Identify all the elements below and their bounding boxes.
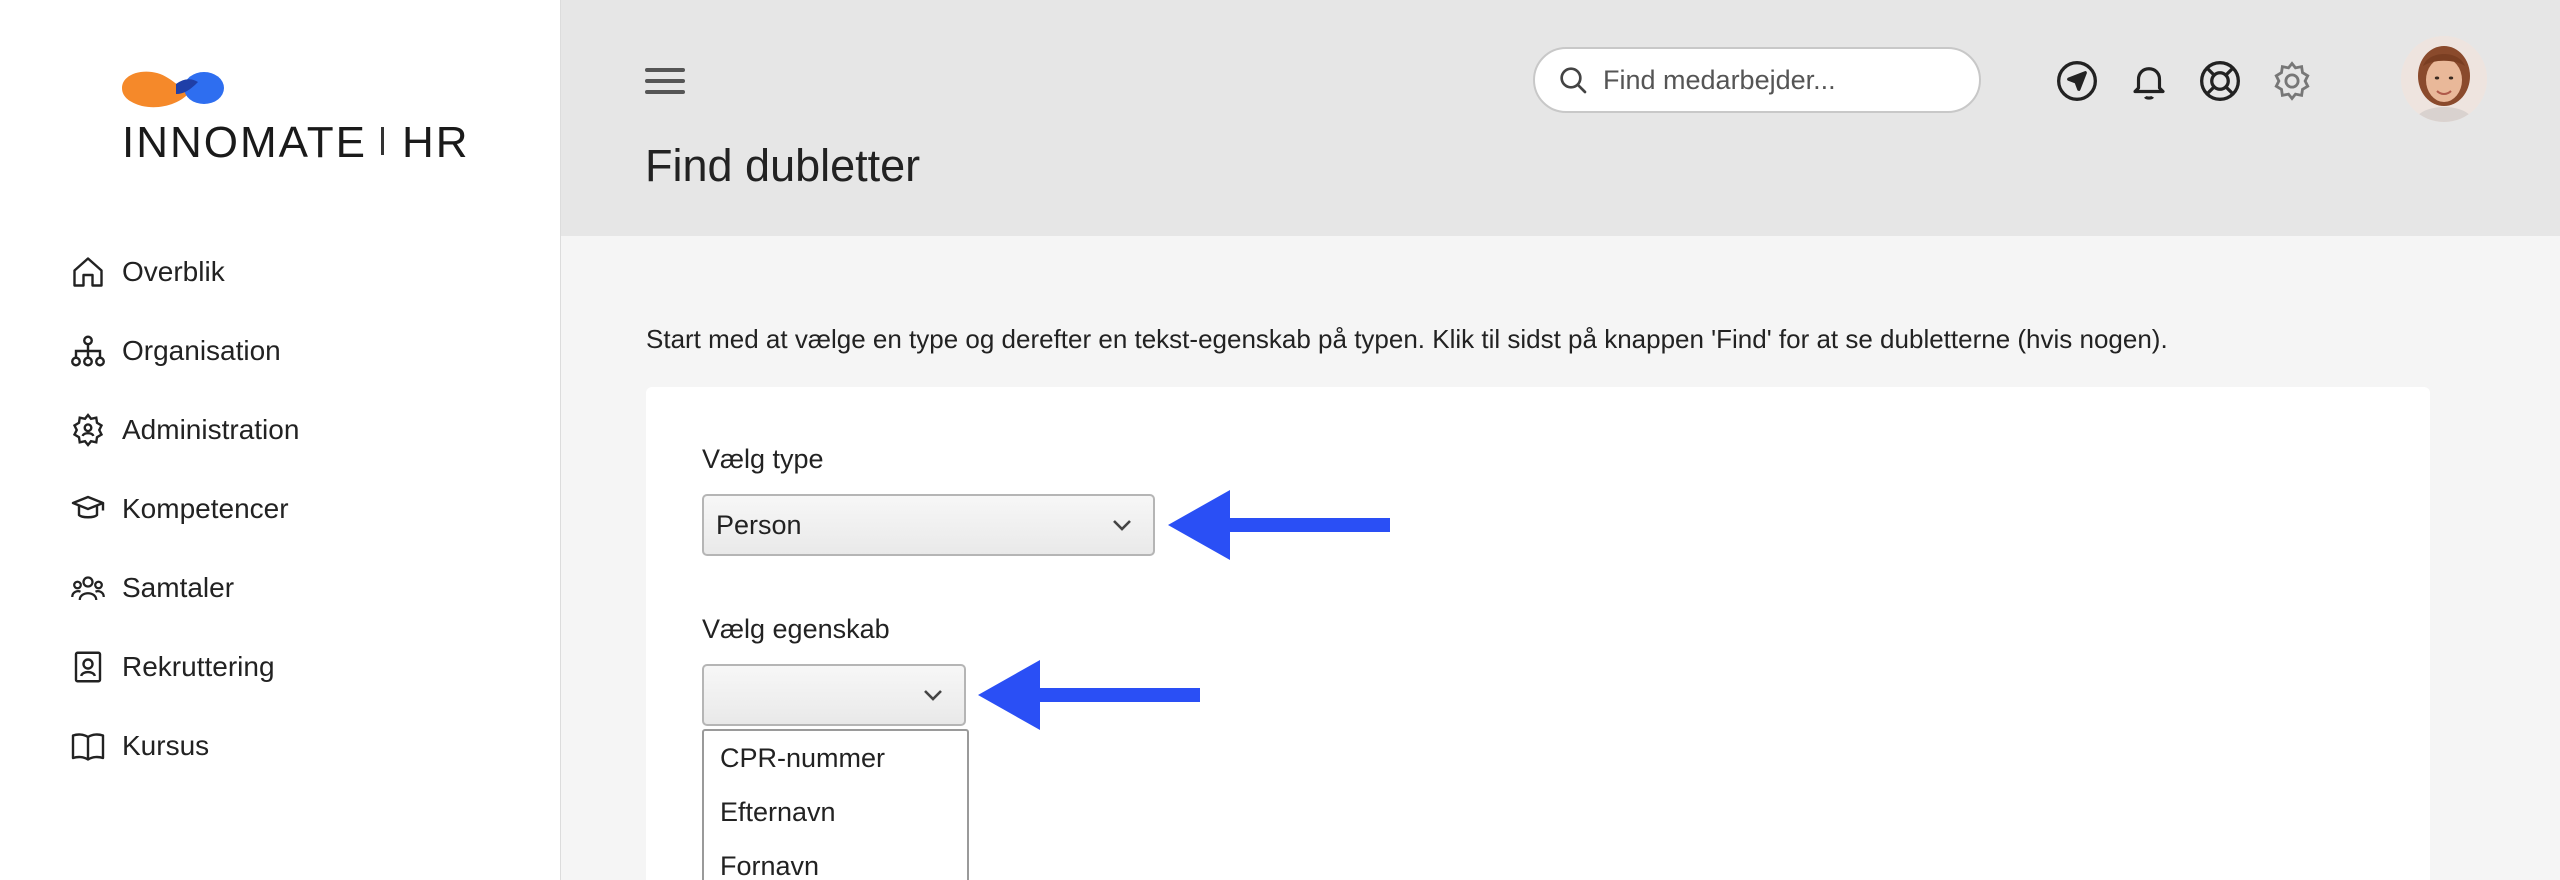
sidebar-item-label: Samtaler — [122, 571, 235, 603]
bell-icon[interactable] — [2126, 58, 2172, 104]
sidebar-item-label: Administration — [122, 413, 300, 445]
sidebar-nav: Overblik Organisation Administration Kom… — [68, 232, 299, 785]
annotation-arrow-icon — [978, 660, 1200, 730]
gear-user-icon — [68, 410, 108, 450]
search-icon — [1560, 67, 1587, 94]
book-icon — [68, 726, 108, 766]
id-badge-icon — [68, 647, 108, 687]
logo-mark-icon — [122, 71, 224, 108]
user-avatar[interactable] — [2401, 36, 2487, 122]
settings-icon[interactable] — [2269, 58, 2315, 104]
sidebar-item-administration[interactable]: Administration — [68, 390, 299, 469]
logo-wordmark: INNOMATE HR — [122, 118, 470, 168]
sidebar-item-kompetencer[interactable]: Kompetencer — [68, 469, 299, 548]
dropdown-option-cpr[interactable]: CPR-nummer — [704, 731, 967, 785]
logo[interactable]: INNOMATE HR — [120, 60, 468, 170]
navigate-icon[interactable] — [2054, 58, 2100, 104]
page-title: Find dubletter — [645, 140, 921, 191]
type-select[interactable]: Person — [702, 494, 1155, 556]
menu-toggle-icon[interactable] — [645, 68, 685, 98]
type-select-value: Person — [716, 509, 802, 540]
sidebar-item-label: Organisation — [122, 334, 281, 366]
type-label: Vælg type — [702, 444, 824, 474]
chevron-down-icon — [1113, 520, 1131, 531]
org-chart-icon — [68, 331, 108, 371]
home-icon — [68, 252, 108, 292]
sidebar-item-organisation[interactable]: Organisation — [68, 311, 299, 390]
sidebar-item-overblik[interactable]: Overblik — [68, 232, 299, 311]
sidebar-item-label: Kursus — [122, 729, 210, 761]
sidebar-item-samtaler[interactable]: Samtaler — [68, 548, 299, 627]
chevron-down-icon — [924, 690, 942, 701]
employee-search[interactable] — [1533, 47, 1981, 113]
annotation-arrow-icon — [1168, 490, 1390, 560]
property-label: Vælg egenskab — [702, 614, 890, 644]
logo-divider — [380, 127, 384, 155]
sidebar-item-kursus[interactable]: Kursus — [68, 706, 299, 785]
sidebar-item-label: Kompetencer — [122, 492, 289, 524]
search-input[interactable] — [1603, 64, 1943, 96]
top-header: Find dubletter — [561, 0, 2560, 236]
dropdown-option-efternavn[interactable]: Efternavn — [704, 785, 967, 839]
logo-text-hr: HR — [401, 118, 470, 167]
sidebar-item-label: Overblik — [122, 255, 225, 287]
help-lifebuoy-icon[interactable] — [2197, 58, 2243, 104]
people-icon — [68, 568, 108, 608]
sidebar-item-label: Rekruttering — [122, 650, 275, 682]
dropdown-option-fornavn[interactable]: Fornavn — [704, 839, 967, 880]
instructions-text: Start med at vælge en type og derefter e… — [646, 324, 2168, 354]
graduation-cap-icon — [68, 489, 108, 529]
sidebar: INNOMATE HR Overblik Organisation Adminis… — [0, 0, 561, 880]
sidebar-item-rekruttering[interactable]: Rekruttering — [68, 627, 299, 706]
property-select[interactable] — [702, 664, 966, 726]
property-dropdown-list: CPR-nummer Efternavn Fornavn — [702, 729, 969, 880]
logo-text-main: INNOMATE — [122, 118, 367, 167]
